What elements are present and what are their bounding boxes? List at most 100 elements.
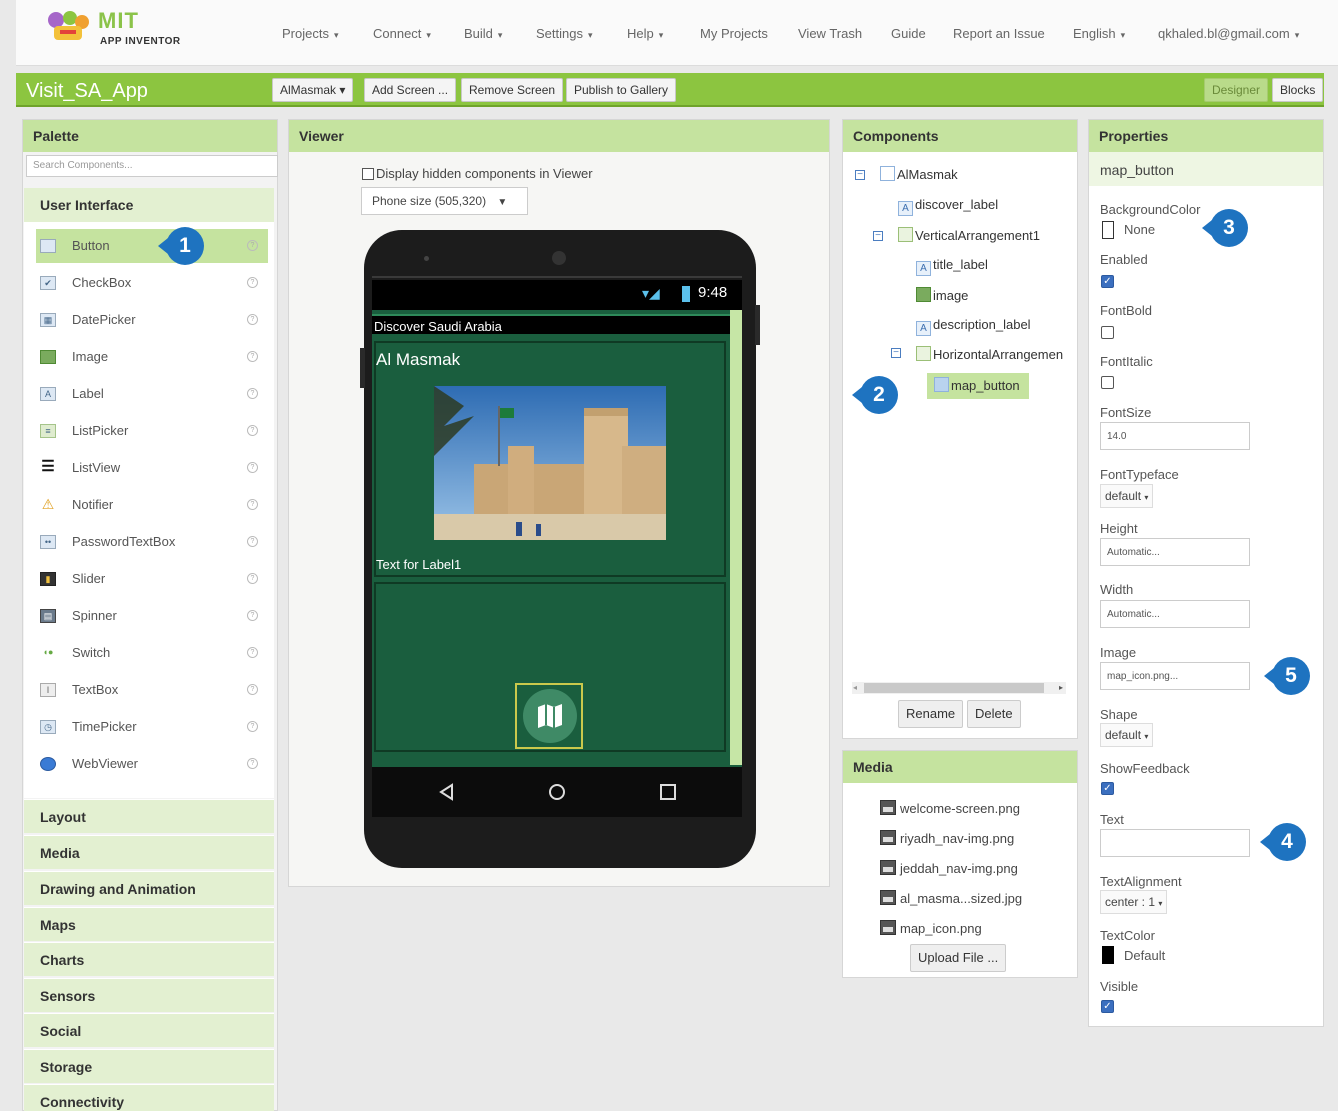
tree-item-almasmak[interactable]: AlMasmak	[880, 166, 958, 182]
app-inventor-logo[interactable]: MIT APP INVENTOR	[46, 8, 186, 54]
prop-fonttypeface-select[interactable]: default ▾	[1100, 484, 1154, 508]
palette-item-datepicker[interactable]: ▦ DatePicker?	[36, 303, 268, 337]
palette-item-passwordtextbox[interactable]: •• PasswordTextBox?	[36, 525, 268, 559]
collapse-icon[interactable]: −	[891, 348, 901, 358]
help-icon[interactable]: ?	[247, 684, 258, 695]
prop-shape-select[interactable]: default ▾	[1100, 723, 1154, 747]
prop-fontbold-checkbox[interactable]	[1101, 326, 1114, 339]
media-file[interactable]: welcome-screen.png	[880, 800, 1020, 816]
palette-item-spinner[interactable]: ▤ Spinner?	[36, 599, 268, 633]
prop-textalignment-select[interactable]: center : 1 ▾	[1100, 890, 1168, 914]
category-social[interactable]: Social	[24, 1013, 274, 1047]
help-icon[interactable]: ?	[247, 388, 258, 399]
palette-search-input[interactable]: Search Components...	[26, 155, 278, 177]
rename-button[interactable]: Rename	[898, 700, 964, 728]
tree-item-vertical-arrangement[interactable]: VerticalArrangement1	[898, 227, 1040, 243]
collapse-icon[interactable]: −	[873, 231, 883, 241]
category-charts[interactable]: Charts	[24, 942, 274, 976]
category-media[interactable]: Media	[24, 835, 274, 869]
app-heading[interactable]: Al Masmak	[376, 350, 460, 370]
tree-item-title-label[interactable]: Atitle_label	[916, 257, 988, 276]
prop-height-input[interactable]: Automatic...	[1100, 538, 1250, 566]
prop-fontitalic-checkbox[interactable]	[1101, 376, 1114, 389]
nav-account[interactable]: qkhaled.bl@gmail.com ▾	[1158, 26, 1299, 41]
palette-item-notifier[interactable]: ⚠ Notifier?	[36, 488, 268, 522]
designer-button[interactable]: Designer	[1204, 78, 1269, 102]
palette-item-image[interactable]: Image?	[36, 340, 268, 374]
help-icon[interactable]: ?	[247, 277, 258, 288]
palette-item-listview[interactable]: ☰ ListView?	[36, 451, 268, 485]
scroll-thumb[interactable]	[864, 683, 1044, 693]
add-screen-button[interactable]: Add Screen ...	[364, 78, 457, 102]
nav-build[interactable]: Build ▾	[464, 26, 502, 41]
help-icon[interactable]: ?	[247, 240, 258, 251]
blocks-button[interactable]: Blocks	[1272, 78, 1324, 102]
palette-item-listpicker[interactable]: ≡ ListPicker?	[36, 414, 268, 448]
description-label-preview[interactable]: Text for Label1	[376, 557, 461, 572]
color-swatch-icon[interactable]	[1102, 221, 1114, 239]
palette-item-button[interactable]: Button?	[36, 229, 268, 263]
prop-backgroundcolor-value[interactable]: None	[1124, 222, 1155, 237]
prop-enabled-checkbox[interactable]: ✓	[1101, 275, 1114, 288]
category-maps[interactable]: Maps	[24, 907, 274, 941]
color-swatch-icon[interactable]	[1102, 946, 1114, 964]
palette-item-label[interactable]: A Label?	[36, 377, 268, 411]
help-icon[interactable]: ?	[247, 721, 258, 732]
prop-visible-checkbox[interactable]: ✓	[1101, 1000, 1114, 1013]
nav-language[interactable]: English ▾	[1073, 26, 1125, 41]
nav-settings[interactable]: Settings ▾	[536, 26, 593, 41]
category-storage[interactable]: Storage	[24, 1049, 274, 1083]
al-masmak-photo[interactable]	[434, 386, 666, 540]
media-file[interactable]: jeddah_nav-img.png	[880, 860, 1018, 876]
help-icon[interactable]: ?	[247, 610, 258, 621]
palette-item-switch[interactable]: ◖● Switch?	[36, 636, 268, 670]
help-icon[interactable]: ?	[247, 314, 258, 325]
collapse-icon[interactable]: −	[855, 170, 865, 180]
nav-my-projects[interactable]: My Projects	[700, 26, 768, 41]
prop-fontsize-input[interactable]: 14.0	[1100, 422, 1250, 450]
prop-textcolor-value[interactable]: Default	[1124, 948, 1165, 963]
nav-report-issue[interactable]: Report an Issue	[953, 26, 1045, 41]
category-user-interface[interactable]: User Interface	[24, 188, 274, 222]
media-file[interactable]: riyadh_nav-img.png	[880, 830, 1014, 846]
help-icon[interactable]: ?	[247, 647, 258, 658]
help-icon[interactable]: ?	[247, 462, 258, 473]
help-icon[interactable]: ?	[247, 758, 258, 769]
category-connectivity[interactable]: Connectivity	[24, 1084, 274, 1111]
nav-connect[interactable]: Connect ▾	[373, 26, 431, 41]
nav-view-trash[interactable]: View Trash	[798, 26, 862, 41]
recents-icon[interactable]	[659, 783, 677, 801]
prop-width-input[interactable]: Automatic...	[1100, 600, 1250, 628]
home-icon[interactable]	[548, 783, 566, 801]
scroll-left-icon[interactable]: ◂	[853, 683, 857, 692]
components-hscrollbar[interactable]	[852, 682, 1066, 694]
tree-item-description-label[interactable]: Adescription_label	[916, 317, 1031, 336]
category-drawing-animation[interactable]: Drawing and Animation	[24, 871, 274, 905]
help-icon[interactable]: ?	[247, 536, 258, 547]
palette-item-slider[interactable]: ▮ Slider?	[36, 562, 268, 596]
nav-projects[interactable]: Projects ▾	[282, 26, 339, 41]
upload-file-button[interactable]: Upload File ...	[910, 944, 1007, 972]
prop-image-input[interactable]: map_icon.png...	[1100, 662, 1250, 690]
tree-item-image[interactable]: image	[916, 287, 968, 303]
screen-scrollbar[interactable]	[730, 310, 742, 765]
media-file[interactable]: map_icon.png	[880, 920, 982, 936]
tree-item-horizontal-arrangement[interactable]: HorizontalArrangemen	[916, 346, 1063, 362]
tree-item-map-button[interactable]: map_button	[934, 377, 1020, 393]
prop-showfeedback-checkbox[interactable]: ✓	[1101, 782, 1114, 795]
category-layout[interactable]: Layout	[24, 799, 274, 833]
category-sensors[interactable]: Sensors	[24, 978, 274, 1012]
nav-help[interactable]: Help ▾	[627, 26, 663, 41]
palette-item-checkbox[interactable]: ✔ CheckBox?	[36, 266, 268, 300]
screen-select-button[interactable]: AlMasmak ▾	[272, 78, 354, 102]
media-file[interactable]: al_masma...sized.jpg	[880, 890, 1022, 906]
phone-size-select[interactable]: Phone size (505,320) ▼	[361, 187, 528, 215]
help-icon[interactable]: ?	[247, 351, 258, 362]
scroll-right-icon[interactable]: ▸	[1059, 683, 1063, 692]
publish-gallery-button[interactable]: Publish to Gallery	[566, 78, 677, 102]
display-hidden-checkbox[interactable]: Display hidden components in Viewer	[362, 166, 593, 181]
prop-text-input[interactable]	[1100, 829, 1250, 857]
help-icon[interactable]: ?	[247, 573, 258, 584]
tree-item-discover-label[interactable]: Adiscover_label	[898, 197, 998, 216]
palette-item-timepicker[interactable]: ◷ TimePicker?	[36, 710, 268, 744]
